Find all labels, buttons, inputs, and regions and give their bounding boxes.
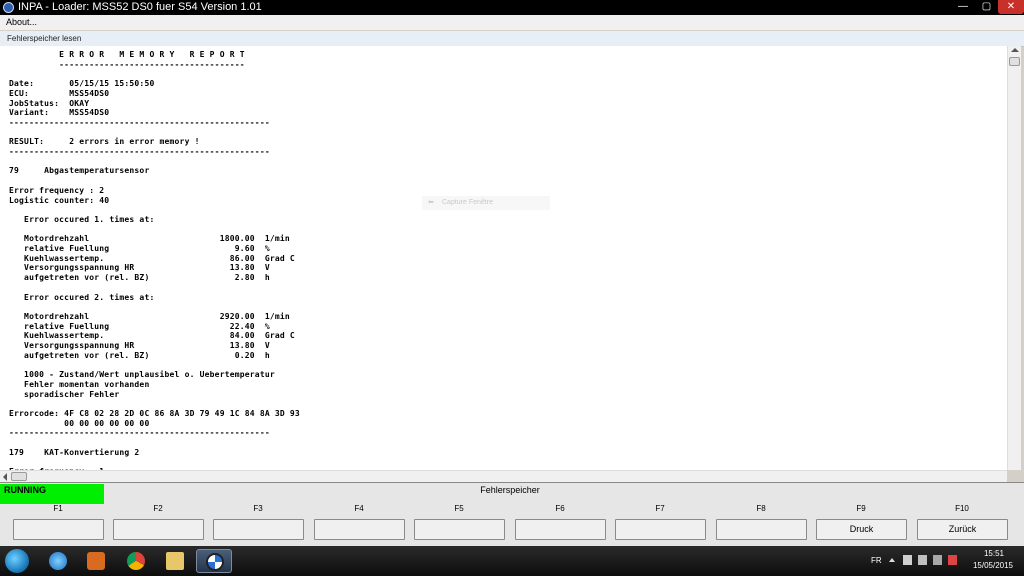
panel-title: Fehlerspeicher	[480, 485, 540, 495]
network-icon[interactable]	[918, 555, 927, 565]
report-line: RESULT: 2 errors in error memory !	[9, 137, 200, 147]
report-line: 1000 - Zustand/Wert unplausibel o. Ueber…	[9, 370, 275, 380]
capture-window-overlay[interactable]: ⬅ Capture Fenêtre	[422, 196, 550, 210]
fkey-label-f1: F1	[53, 504, 63, 513]
function-key-panel: RUNNING Fehlerspeicher F1 F2 F3 F4 F5 F6 F7 F8 F…	[0, 482, 1024, 546]
scroll-thumb-horizontal[interactable]	[11, 472, 27, 481]
report-line: Fehler momentan vorhanden	[9, 379, 150, 389]
report-line: Kuehlwassertemp. 84.00 Grad C	[9, 331, 295, 341]
report-line: Logistic counter: 40	[9, 195, 110, 205]
report-line: ----------------------------------------…	[9, 428, 270, 438]
capture-window-label: Capture Fenêtre	[442, 199, 493, 206]
inpa-bmw-icon[interactable]	[196, 549, 232, 573]
fkey-button-f10[interactable]: Zurück	[917, 519, 1008, 540]
report-line: sporadischer Fehler	[9, 389, 120, 399]
chrome-icon[interactable]	[118, 549, 154, 573]
fkey-button-f5[interactable]	[414, 519, 505, 540]
scroll-left-icon[interactable]	[3, 473, 7, 481]
report-line: ----------------------------------------…	[9, 117, 270, 127]
fkey-label-f6: F6	[555, 504, 565, 513]
clock-time[interactable]: 15:51	[975, 549, 1013, 558]
fkey-label-f5: F5	[454, 504, 464, 513]
signal-icon[interactable]	[948, 555, 957, 565]
fkey-button-f9[interactable]: Druck	[816, 519, 907, 540]
report-line: 79 Abgastemperatursensor	[9, 166, 150, 176]
horizontal-scrollbar[interactable]	[0, 470, 1007, 482]
report-line: JobStatus: OKAY	[9, 98, 90, 108]
taskbar: FR 15:51 15/05/2015	[0, 546, 1024, 576]
report-line: -------------------------------------	[9, 59, 245, 69]
title-bar[interactable]: INPA - Loader: MSS52 DS0 fuer S54 Versio…	[0, 0, 1024, 15]
start-button[interactable]	[5, 549, 29, 573]
vertical-scrollbar[interactable]	[1007, 46, 1021, 470]
maximize-button[interactable]: ▢	[975, 0, 998, 14]
report-line: 00 00 00 00 00 00	[9, 418, 150, 428]
report-line: 179 KAT-Konvertierung 2	[9, 447, 140, 457]
menu-bar: About...	[0, 15, 1024, 30]
scroll-up-icon[interactable]	[1011, 48, 1019, 52]
show-hidden-icons-icon[interactable]	[889, 558, 895, 562]
fkey-label-f9: F9	[856, 504, 866, 513]
fkey-label-f7: F7	[655, 504, 665, 513]
fkey-button-f1[interactable]	[13, 519, 104, 540]
report-line: aufgetreten vor (rel. BZ) 0.20 h	[9, 350, 270, 360]
report-line: Versorgungsspannung HR 13.80 V	[9, 263, 270, 273]
clock-date[interactable]: 15/05/2015	[968, 561, 1018, 570]
close-button[interactable]: ✕	[998, 0, 1024, 14]
report-line: Date: 05/15/15 15:50:50	[9, 79, 155, 89]
report-line: Error occured 2. times at:	[9, 292, 155, 302]
report-line: aufgetreten vor (rel. BZ) 2.80 h	[9, 273, 270, 283]
fkey-label-f4: F4	[354, 504, 364, 513]
report-line: relative Fuellung 9.60 %	[9, 244, 270, 253]
menu-about[interactable]: About...	[6, 15, 37, 30]
language-indicator[interactable]: FR	[871, 556, 882, 565]
report-line: relative Fuellung 22.40 %	[9, 321, 270, 331]
report-line: ----------------------------------------…	[9, 147, 270, 156]
fkey-label-f2: F2	[153, 504, 163, 513]
fkey-label-f3: F3	[253, 504, 263, 513]
minimize-button[interactable]: —	[951, 0, 975, 14]
file-explorer-icon[interactable]	[157, 549, 193, 573]
report-line: ECU: MSS54DS0	[9, 88, 110, 98]
action-center-flag-icon[interactable]	[903, 555, 912, 565]
sub-header: Fehlerspeicher lesen	[0, 31, 1024, 47]
scroll-thumb[interactable]	[1009, 57, 1020, 66]
media-player-icon[interactable]	[78, 549, 114, 573]
sub-header-label: Fehlerspeicher lesen	[7, 34, 82, 43]
fkey-button-f3[interactable]	[213, 519, 304, 540]
fkey-button-f7[interactable]	[615, 519, 706, 540]
fkey-label-f10: F10	[955, 504, 969, 513]
fkey-button-f6[interactable]	[515, 519, 606, 540]
report-line: Motordrehzahl 1800.00 1/min	[9, 234, 290, 244]
fkey-label-f8: F8	[756, 504, 766, 513]
report-line: E R R O R M E M O R Y R E P O R T	[9, 50, 245, 59]
fkey-button-f2[interactable]	[113, 519, 204, 540]
status-indicator: RUNNING	[0, 484, 104, 504]
report-line: Motordrehzahl 2920.00 1/min	[9, 311, 290, 321]
report-line: Kuehlwassertemp. 86.00 Grad C	[9, 253, 295, 263]
report-line: Error frequency : 2	[9, 185, 105, 195]
speaker-icon[interactable]	[933, 555, 942, 565]
status-text: RUNNING	[4, 485, 46, 495]
back-arrow-icon: ⬅	[428, 199, 434, 206]
report-line: Errorcode: 4F C8 02 28 2D 0C 86 8A 3D 79…	[9, 408, 300, 418]
fkey-button-f4[interactable]	[314, 519, 405, 540]
report-line: Variant: MSS54DS0	[9, 108, 110, 118]
internet-explorer-icon[interactable]	[40, 549, 76, 573]
report-line: Error occured 1. times at:	[9, 214, 155, 224]
window-title: INPA - Loader: MSS52 DS0 fuer S54 Versio…	[18, 1, 262, 13]
app-icon	[3, 2, 14, 13]
error-report-panel[interactable]: E R R O R M E M O R Y R E P O R T ------…	[0, 46, 1007, 470]
report-line: Versorgungsspannung HR 13.80 V	[9, 341, 270, 350]
fkey-button-f8[interactable]	[716, 519, 807, 540]
